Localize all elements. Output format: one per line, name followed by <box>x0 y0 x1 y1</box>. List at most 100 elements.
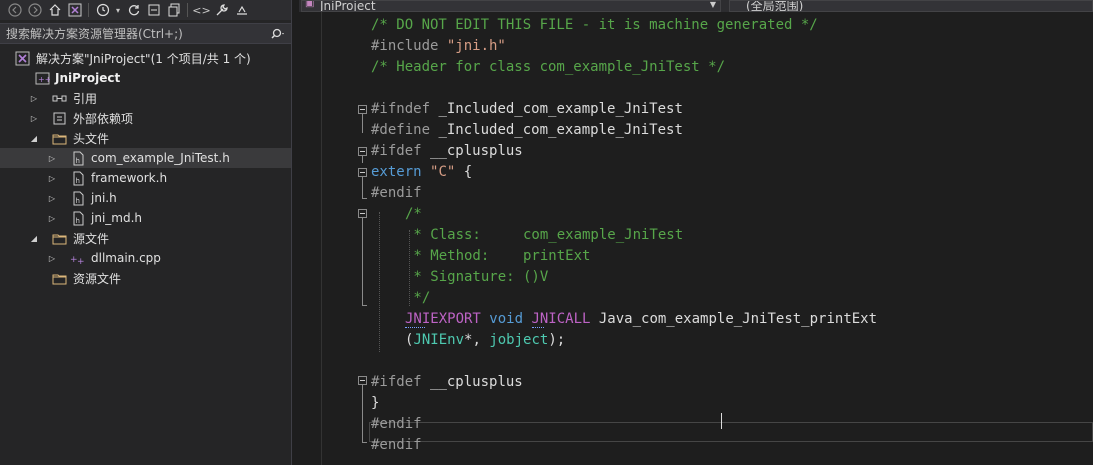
outline-end <box>362 198 367 199</box>
vs-switch-view-icon[interactable] <box>66 2 83 19</box>
svg-text:h: h <box>75 177 79 185</box>
outline-line <box>362 218 363 306</box>
type-name: jobject <box>489 332 549 348</box>
navigation-bar: ▣ JniProject ▼ (全局范围) <box>299 0 1093 12</box>
code-line: /* <box>405 204 422 225</box>
tree-item-header-file[interactable]: ▷ h framework.h <box>0 168 291 188</box>
fold-toggle-icon[interactable] <box>358 168 367 177</box>
collapse-all-icon[interactable] <box>145 2 162 19</box>
string-literal: "jni.h" <box>446 38 506 54</box>
keyword: void <box>480 311 532 327</box>
external-deps-icon <box>51 110 67 126</box>
expand-arrow-icon[interactable]: ▷ <box>47 213 57 223</box>
code-line: #endif <box>371 183 422 204</box>
code-line: #ifdef __cplusplus <box>371 372 523 393</box>
chevron-down-icon[interactable]: ▼ <box>710 1 716 10</box>
code-area[interactable]: /* DO NOT EDIT THIS FILE - it is machine… <box>299 12 1093 465</box>
code-line: * Method: printExt <box>405 246 590 267</box>
code-line: * Class: com_example_JniTest <box>405 225 683 246</box>
code-line: } <box>371 393 379 414</box>
dropdown-arrow-icon[interactable]: ▾ <box>114 2 122 19</box>
header-file-icon: h <box>70 150 86 166</box>
tree-item-external-deps[interactable]: ▷ 外部依赖项 <box>0 108 291 128</box>
fold-toggle-icon[interactable] <box>358 147 367 156</box>
code-line: #ifndef _Included_com_example_JniTest <box>371 99 683 120</box>
expand-arrow-icon[interactable]: ▷ <box>47 153 57 163</box>
show-all-files-icon[interactable] <box>165 2 182 19</box>
comment: /* Header for class com_example_JniTest … <box>371 59 726 75</box>
svg-text:h: h <box>75 217 79 225</box>
keyword: extern <box>371 164 431 180</box>
preprocessor: #endif <box>371 416 422 432</box>
code-line: #include "jni.h" <box>371 36 506 57</box>
tree-item-resource-files[interactable]: 资源文件 <box>0 268 291 288</box>
expand-arrow-icon[interactable]: ▷ <box>47 173 57 183</box>
fold-toggle-icon[interactable] <box>358 105 367 114</box>
expand-arrow-icon[interactable]: ▷ <box>47 253 57 263</box>
preprocessor: #include <box>371 38 447 54</box>
tree-item-header-file[interactable]: ▷ h jni.h <box>0 188 291 208</box>
scope-dropdown-label: (全局范围) <box>746 0 804 12</box>
tree-item-header-file[interactable]: ▷ h com_example_JniTest.h <box>0 148 291 168</box>
code-line: #endif <box>371 435 422 456</box>
cpp-file-icon: + + <box>69 250 85 266</box>
refresh-icon[interactable] <box>125 2 142 19</box>
preprocessor: #ifdef <box>371 143 431 159</box>
outline-end <box>362 442 367 443</box>
code-view-icon[interactable]: <> <box>192 2 210 19</box>
header-file-label: jni.h <box>91 191 117 205</box>
tree-item-header-files[interactable]: ◢ 头文件 <box>0 128 291 148</box>
tree-item-source-file[interactable]: ▷ + + dllmain.cpp <box>0 248 291 268</box>
forward-icon[interactable] <box>26 2 43 19</box>
identifier: __cplusplus <box>430 374 523 390</box>
header-file-label: jni_md.h <box>91 211 142 225</box>
fold-toggle-icon[interactable] <box>358 209 367 218</box>
code-line: JNIEXPORT void JNICALL Java_com_example_… <box>405 309 877 330</box>
tree-item-header-file[interactable]: ▷ h jni_md.h <box>0 208 291 228</box>
solution-label: 解决方案"JniProject"(1 个项目/共 1 个) <box>36 51 251 66</box>
project-label: JniProject <box>55 71 121 85</box>
fold-toggle-icon[interactable] <box>358 376 367 385</box>
header-file-label: com_example_JniTest.h <box>91 151 230 165</box>
header-files-label: 头文件 <box>73 131 110 146</box>
back-icon[interactable] <box>6 2 23 19</box>
search-input[interactable]: 搜索解决方案资源管理器(Ctrl+;) <box>0 25 265 42</box>
intellisense-squiggle <box>405 325 425 328</box>
comment: /* DO NOT EDIT THIS FILE - it is machine… <box>371 17 818 33</box>
comment: * Method: printExt <box>405 248 591 264</box>
identifier: _Included_com_example_JniTest <box>438 122 683 138</box>
comment: * Class: com_example_JniTest <box>405 227 684 243</box>
tree-item-references[interactable]: ▷ 引用 <box>0 88 291 108</box>
expand-arrow-icon[interactable]: ▷ <box>29 93 39 103</box>
header-file-icon: h <box>70 170 86 186</box>
outline-line <box>362 177 363 199</box>
history-icon[interactable] <box>94 2 111 19</box>
properties-wrench-icon[interactable] <box>213 2 230 19</box>
identifier: _Included_com_example_JniTest <box>438 101 683 117</box>
collapse-arrow-icon[interactable]: ◢ <box>29 233 39 243</box>
magnifier-icon[interactable] <box>265 28 291 40</box>
preview-icon[interactable] <box>233 2 250 19</box>
toolbar-separator <box>88 3 89 17</box>
header-file-icon: h <box>70 210 86 226</box>
home-icon[interactable] <box>46 2 63 19</box>
preprocessor: #endif <box>371 437 422 453</box>
solution-explorer-search[interactable]: 搜索解决方案资源管理器(Ctrl+;) <box>0 23 291 44</box>
expand-arrow-icon[interactable]: ▷ <box>47 193 57 203</box>
scope-dropdown[interactable]: (全局范围) <box>729 0 1093 12</box>
code-line: /* Header for class com_example_JniTest … <box>371 57 725 78</box>
function-name: Java_com_example_JniTest_printExt <box>590 311 878 327</box>
preprocessor: #ifdef <box>371 374 431 390</box>
cpp-project-icon: ++ <box>34 70 50 86</box>
collapse-arrow-icon[interactable]: ◢ <box>29 133 39 143</box>
preprocessor: #ifndef <box>371 101 439 117</box>
expand-arrow-icon[interactable]: ▷ <box>29 113 39 123</box>
outline-end <box>362 305 367 306</box>
tree-item-project[interactable]: ++ JniProject <box>0 68 291 88</box>
external-deps-label: 外部依赖项 <box>73 111 134 126</box>
svg-text:++: ++ <box>38 75 50 84</box>
tree-item-solution[interactable]: 解决方案"JniProject"(1 个项目/共 1 个) <box>0 48 291 68</box>
project-dropdown[interactable]: ▣ JniProject ▼ <box>301 0 721 12</box>
code-line: #endif <box>371 414 422 435</box>
tree-item-source-files[interactable]: ◢ 源文件 <box>0 228 291 248</box>
